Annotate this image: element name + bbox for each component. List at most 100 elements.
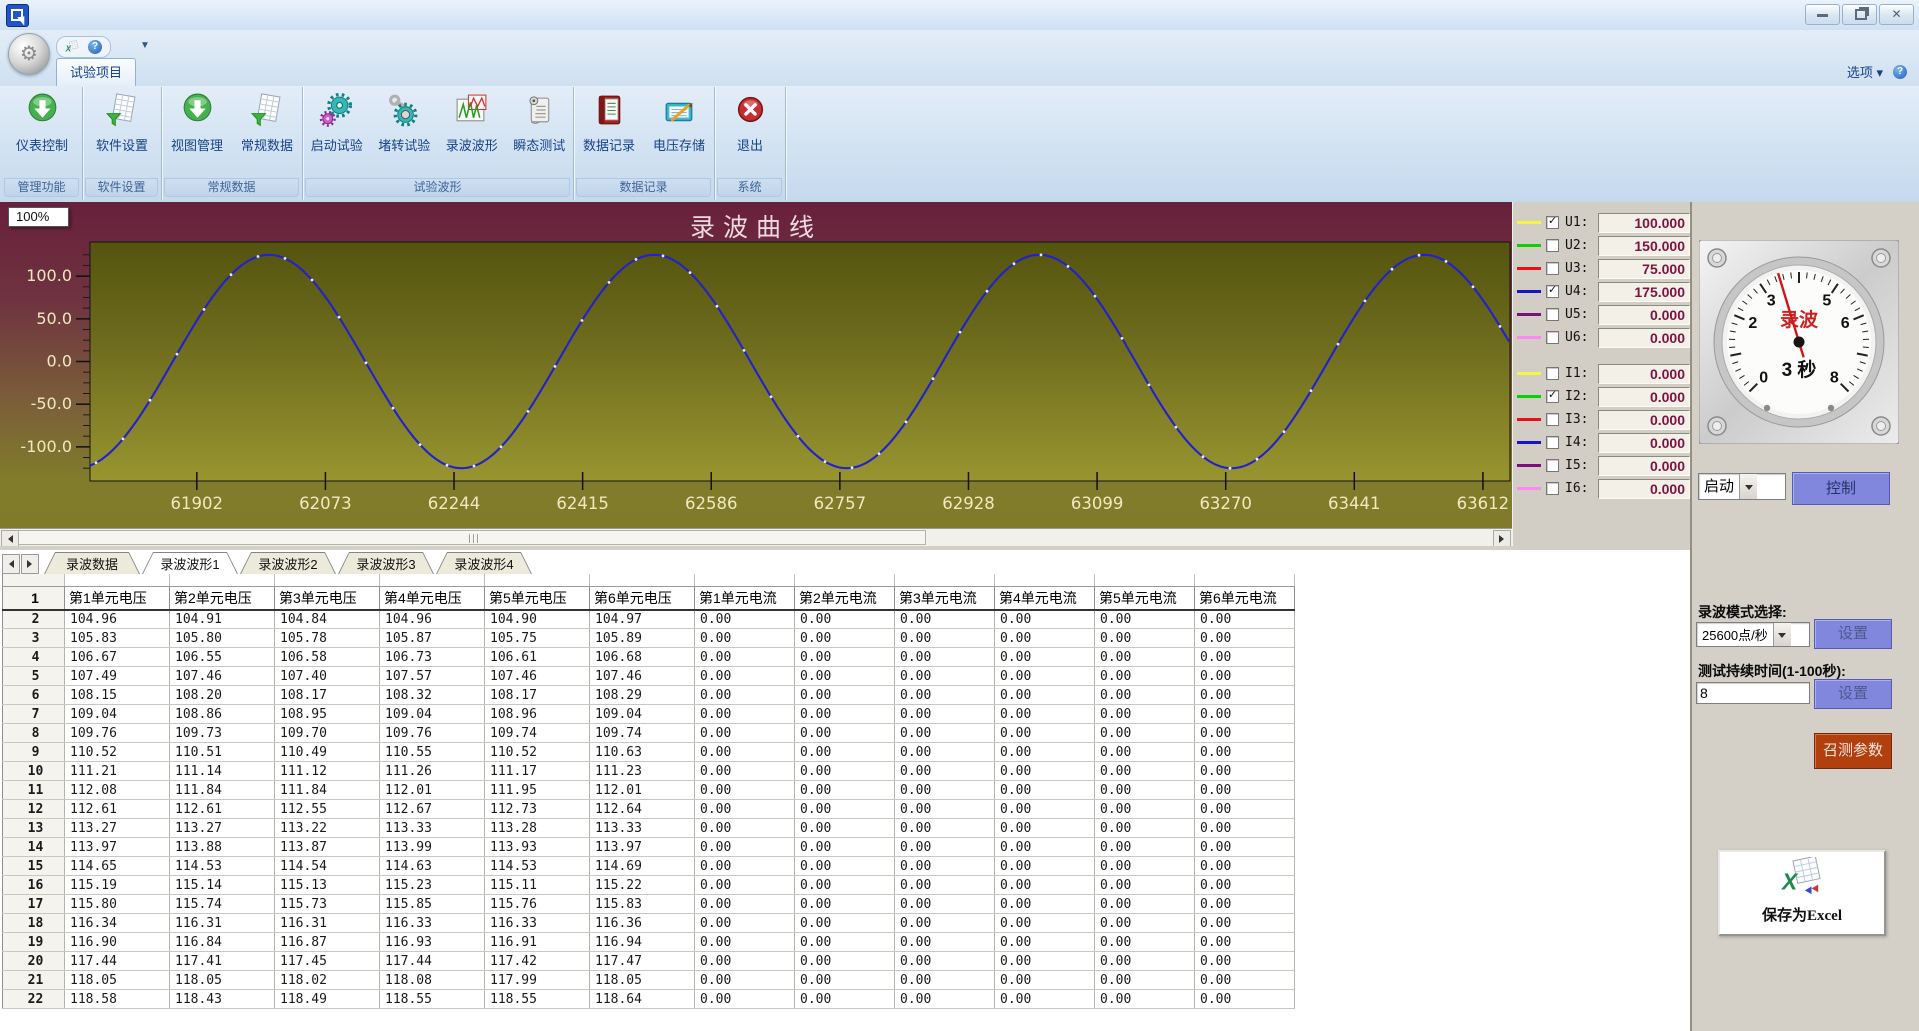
cell[interactable]: 0.00 xyxy=(695,914,795,933)
cell[interactable]: 114.53 xyxy=(485,857,590,876)
cell[interactable]: 0.00 xyxy=(895,800,995,819)
cell[interactable]: 115.80 xyxy=(65,895,170,914)
cell[interactable]: 0.00 xyxy=(795,667,895,686)
channel-checkbox[interactable] xyxy=(1546,390,1559,403)
channel-value[interactable]: 0.000 xyxy=(1598,410,1690,430)
cell[interactable]: 116.91 xyxy=(485,933,590,952)
cell[interactable]: 105.78 xyxy=(275,629,380,648)
cell[interactable]: 0.00 xyxy=(695,705,795,724)
channel-checkbox[interactable] xyxy=(1546,367,1559,380)
cell[interactable]: 117.42 xyxy=(485,952,590,971)
tabs-scroll-left[interactable] xyxy=(2,554,20,574)
sheet-tab[interactable]: 录波波形1 xyxy=(142,552,238,574)
cell[interactable]: 109.04 xyxy=(65,705,170,724)
cell[interactable]: 0.00 xyxy=(995,667,1095,686)
row-number[interactable]: 20 xyxy=(3,952,65,971)
cell[interactable]: 106.55 xyxy=(170,648,275,667)
cell[interactable]: 0.00 xyxy=(995,762,1095,781)
channel-checkbox[interactable] xyxy=(1546,331,1559,344)
cell[interactable]: 112.64 xyxy=(590,800,695,819)
cell[interactable]: 112.67 xyxy=(380,800,485,819)
cell[interactable]: 0.00 xyxy=(795,971,895,990)
cell[interactable]: 0.00 xyxy=(695,762,795,781)
cell[interactable]: 108.15 xyxy=(65,686,170,705)
app-icon[interactable] xyxy=(6,4,29,27)
cell[interactable]: 0.00 xyxy=(1195,610,1295,629)
cell[interactable]: 116.94 xyxy=(590,933,695,952)
cell[interactable]: 0.00 xyxy=(1095,648,1195,667)
cell[interactable]: 0.00 xyxy=(895,876,995,895)
row-number[interactable]: 9 xyxy=(3,743,65,762)
cell[interactable]: 111.17 xyxy=(485,762,590,781)
cell[interactable]: 0.00 xyxy=(1195,876,1295,895)
cell[interactable]: 110.63 xyxy=(590,743,695,762)
cell[interactable]: 0.00 xyxy=(1095,705,1195,724)
options-button[interactable]: 选项 ▾ xyxy=(1847,62,1883,81)
cell[interactable]: 116.84 xyxy=(170,933,275,952)
row-number[interactable]: 7 xyxy=(3,705,65,724)
cell[interactable]: 0.00 xyxy=(1095,743,1195,762)
cell[interactable]: 0.00 xyxy=(1095,952,1195,971)
cell[interactable]: 116.34 xyxy=(65,914,170,933)
cell[interactable]: 112.01 xyxy=(590,781,695,800)
cell[interactable]: 117.45 xyxy=(275,952,380,971)
cell[interactable]: 0.00 xyxy=(895,933,995,952)
cell[interactable]: 0.00 xyxy=(695,990,795,1009)
column-header[interactable]: 第4单元电流 xyxy=(995,586,1095,610)
cell[interactable]: 0.00 xyxy=(1095,933,1195,952)
scroll-left-button[interactable] xyxy=(1,530,19,547)
cell[interactable]: 0.00 xyxy=(695,629,795,648)
record-mode-select[interactable]: 25600点/秒 xyxy=(1696,622,1810,647)
cell[interactable]: 109.74 xyxy=(590,724,695,743)
cell[interactable]: 110.52 xyxy=(485,743,590,762)
cell[interactable]: 110.52 xyxy=(65,743,170,762)
cell[interactable]: 0.00 xyxy=(995,990,1095,1009)
cell[interactable]: 0.00 xyxy=(1095,800,1195,819)
cell[interactable]: 107.46 xyxy=(170,667,275,686)
cell[interactable]: 118.58 xyxy=(65,990,170,1009)
cell[interactable]: 0.00 xyxy=(895,857,995,876)
cell[interactable]: 0.00 xyxy=(1095,838,1195,857)
sheet-tab[interactable]: 录波数据 xyxy=(44,552,140,574)
cell[interactable]: 106.58 xyxy=(275,648,380,667)
cell[interactable]: 0.00 xyxy=(895,838,995,857)
cell[interactable]: 0.00 xyxy=(1095,724,1195,743)
cell[interactable]: 108.96 xyxy=(485,705,590,724)
cell[interactable]: 0.00 xyxy=(795,876,895,895)
cell[interactable]: 0.00 xyxy=(1095,686,1195,705)
cell[interactable]: 107.57 xyxy=(380,667,485,686)
cell[interactable]: 0.00 xyxy=(995,610,1095,629)
row-number[interactable]: 10 xyxy=(3,762,65,781)
channel-value[interactable]: 0.000 xyxy=(1598,479,1690,499)
cell[interactable]: 109.04 xyxy=(380,705,485,724)
cell[interactable]: 0.00 xyxy=(1195,819,1295,838)
channel-checkbox[interactable] xyxy=(1546,482,1559,495)
cell[interactable]: 0.00 xyxy=(695,610,795,629)
column-header[interactable]: 第2单元电压 xyxy=(170,586,275,610)
duration-input[interactable] xyxy=(1696,682,1810,704)
ribbon-button[interactable]: 视图管理 xyxy=(164,92,230,154)
cell[interactable]: 118.05 xyxy=(170,971,275,990)
cell[interactable]: 0.00 xyxy=(695,857,795,876)
cell[interactable]: 113.27 xyxy=(65,819,170,838)
cell[interactable]: 106.73 xyxy=(380,648,485,667)
cell[interactable]: 107.40 xyxy=(275,667,380,686)
cell[interactable]: 111.84 xyxy=(170,781,275,800)
cell[interactable]: 115.19 xyxy=(65,876,170,895)
cell[interactable]: 0.00 xyxy=(1195,705,1295,724)
channel-value[interactable]: 75.000 xyxy=(1598,259,1690,279)
cell[interactable]: 0.00 xyxy=(1195,667,1295,686)
row-number[interactable]: 18 xyxy=(3,914,65,933)
cell[interactable]: 0.00 xyxy=(1195,800,1295,819)
cell[interactable]: 0.00 xyxy=(695,952,795,971)
cell[interactable]: 0.00 xyxy=(795,648,895,667)
channel-value[interactable]: 0.000 xyxy=(1598,364,1690,384)
cell[interactable]: 0.00 xyxy=(795,743,895,762)
cell[interactable]: 0.00 xyxy=(1195,743,1295,762)
cell[interactable]: 104.97 xyxy=(590,610,695,629)
cell[interactable]: 0.00 xyxy=(795,914,895,933)
cell[interactable]: 105.80 xyxy=(170,629,275,648)
cell[interactable]: 0.00 xyxy=(695,724,795,743)
cell[interactable]: 0.00 xyxy=(1195,895,1295,914)
cell[interactable]: 0.00 xyxy=(1195,990,1295,1009)
